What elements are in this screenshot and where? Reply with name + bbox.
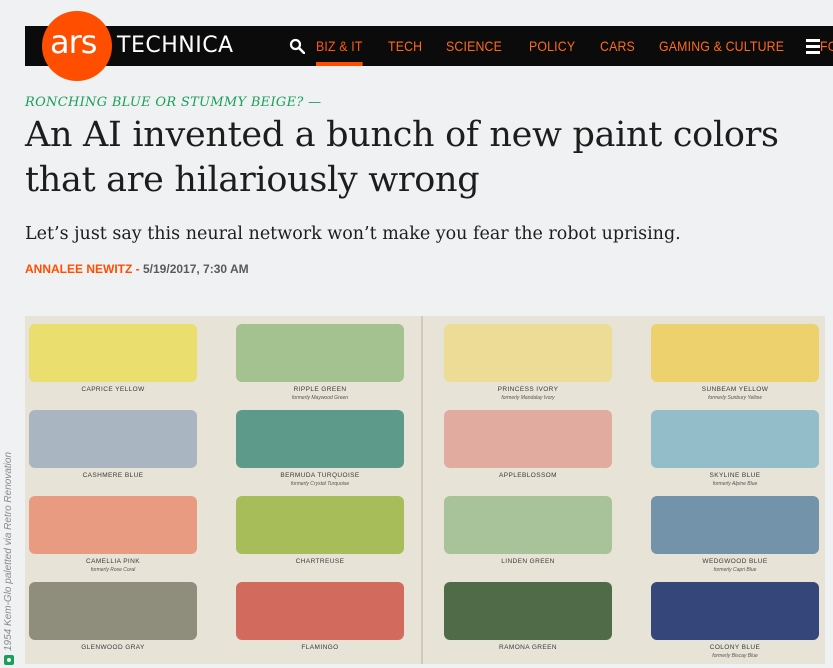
paint-swatch: SKYLINE BLUE formerly Alpine Blue (651, 410, 821, 494)
paint-name: CASHMERE BLUE (82, 472, 144, 479)
nav-gaming-culture[interactable]: GAMING & CULTURE (659, 26, 784, 66)
paint-former-name: formerly Maywood Green (291, 395, 349, 401)
paint-chip (236, 496, 404, 554)
article-title: An AI invented a bunch of new paint colo… (25, 115, 779, 200)
main-nav: BIZ & IT TECH SCIENCE POLICY CARS GAMING… (316, 26, 833, 66)
paint-swatch: LINDEN GREEN (444, 496, 614, 580)
paint-chip (29, 324, 197, 382)
nav-forums[interactable]: FORUMS (820, 26, 833, 66)
paint-name: APPLEBLOSSOM (499, 472, 557, 479)
paint-chip (29, 410, 197, 468)
paint-former-name: formerly Biscay Blue (712, 653, 758, 659)
paint-chip-image: CAPRICE YELLOW RIPPLE GREEN formerly Maywo… (25, 316, 825, 664)
image-credit: 1954 Kem-Glo paletted via Retro Renovati… (3, 452, 14, 665)
paint-chip (651, 582, 819, 640)
nav-biz-it[interactable]: BIZ & IT (316, 26, 363, 66)
paint-name: RIPPLE GREEN (293, 386, 347, 393)
paint-name: CAMELLIA PINK (86, 558, 140, 565)
paint-name: COLONY BLUE (709, 644, 761, 651)
paint-swatch: PRINCESS IVORY formerly Mandalay Ivory (444, 324, 614, 408)
paint-name: FLAMINGO (301, 644, 339, 651)
paint-chip (236, 410, 404, 468)
paint-name: GLENWOOD GRAY (81, 644, 145, 651)
article-dek: Let’s just say this neural network won’t… (25, 224, 681, 244)
paint-former-name: formerly Capri Blue (713, 567, 757, 573)
paint-chip (444, 496, 612, 554)
paint-swatch: APPLEBLOSSOM (444, 410, 614, 494)
paint-swatch: SUNBEAM YELLOW formerly Sunbury Yellow (651, 324, 821, 408)
paint-name: BERMUDA TURQUOISE (280, 472, 360, 479)
paint-chip (651, 496, 819, 554)
search-icon[interactable] (289, 38, 305, 54)
paint-chip (444, 410, 612, 468)
paint-former-name: formerly Rose Coral (90, 567, 136, 573)
image-credit-text: 1954 Kem-Glo paletted via Retro Renovati… (3, 451, 14, 651)
paint-former-name: formerly Alpine Blue (712, 481, 758, 487)
author-link[interactable]: ANNALEE NEWITZ (25, 262, 132, 276)
nav-cars[interactable]: CARS (600, 26, 635, 66)
paint-chip (236, 324, 404, 382)
paint-swatch: BERMUDA TURQUOISE formerly Crystal Turquo… (236, 410, 406, 494)
paint-swatch: WEDGWOOD BLUE formerly Capri Blue (651, 496, 821, 580)
paint-former-name: formerly Crystal Turquoise (290, 481, 350, 487)
paint-swatch: COLONY BLUE formerly Biscay Blue (651, 582, 821, 664)
nav-policy[interactable]: POLICY (529, 26, 575, 66)
page-fold (421, 316, 423, 664)
paint-chip (29, 582, 197, 640)
paint-chip (29, 496, 197, 554)
paint-swatch: CASHMERE BLUE (29, 410, 199, 494)
paint-name: SUNBEAM YELLOW (701, 386, 769, 393)
paint-former-name: formerly Mandalay Ivory (501, 395, 555, 401)
paint-swatch: CAPRICE YELLOW (29, 324, 199, 408)
paint-former-name: formerly Sunbury Yellow (708, 395, 762, 401)
paint-name: CHARTREUSE (295, 558, 345, 565)
logo-ars-text[interactable]: ars (50, 22, 97, 62)
paint-swatch: FLAMINGO (236, 582, 406, 664)
paint-chip (444, 324, 612, 382)
nav-tech[interactable]: TECH (388, 26, 422, 66)
publish-date: 5/19/2017, 7:30 AM (143, 262, 249, 276)
paint-swatch: CAMELLIA PINK formerly Rose Coral (29, 496, 199, 580)
logo-technica-text[interactable]: TECHNICA (117, 26, 234, 66)
paint-swatch: GLENWOOD GRAY (29, 582, 199, 664)
menu-icon[interactable] (806, 39, 820, 54)
article-kicker: RONCHING BLUE OR STUMMY BEIGE? — (25, 95, 322, 110)
byline: ANNALEE NEWITZ - 5/19/2017, 7:30 AM (25, 262, 249, 276)
byline-separator: - (132, 262, 143, 276)
nav-science[interactable]: SCIENCE (446, 26, 502, 66)
paint-swatch: RIPPLE GREEN formerly Maywood Green (236, 324, 406, 408)
paint-chip (651, 410, 819, 468)
paint-chip (651, 324, 819, 382)
paint-chip (236, 582, 404, 640)
paint-swatch: CHARTREUSE (236, 496, 406, 580)
paint-name: WEDGWOOD BLUE (702, 558, 768, 565)
paint-name: SKYLINE BLUE (709, 472, 761, 479)
paint-name: RAMONA GREEN (499, 644, 557, 651)
camera-icon (3, 655, 14, 665)
paint-swatch: RAMONA GREEN (444, 582, 614, 664)
paint-name: PRINCESS IVORY (497, 386, 559, 393)
paint-chip (444, 582, 612, 640)
paint-name: CAPRICE YELLOW (81, 386, 145, 393)
paint-name: LINDEN GREEN (501, 558, 555, 565)
